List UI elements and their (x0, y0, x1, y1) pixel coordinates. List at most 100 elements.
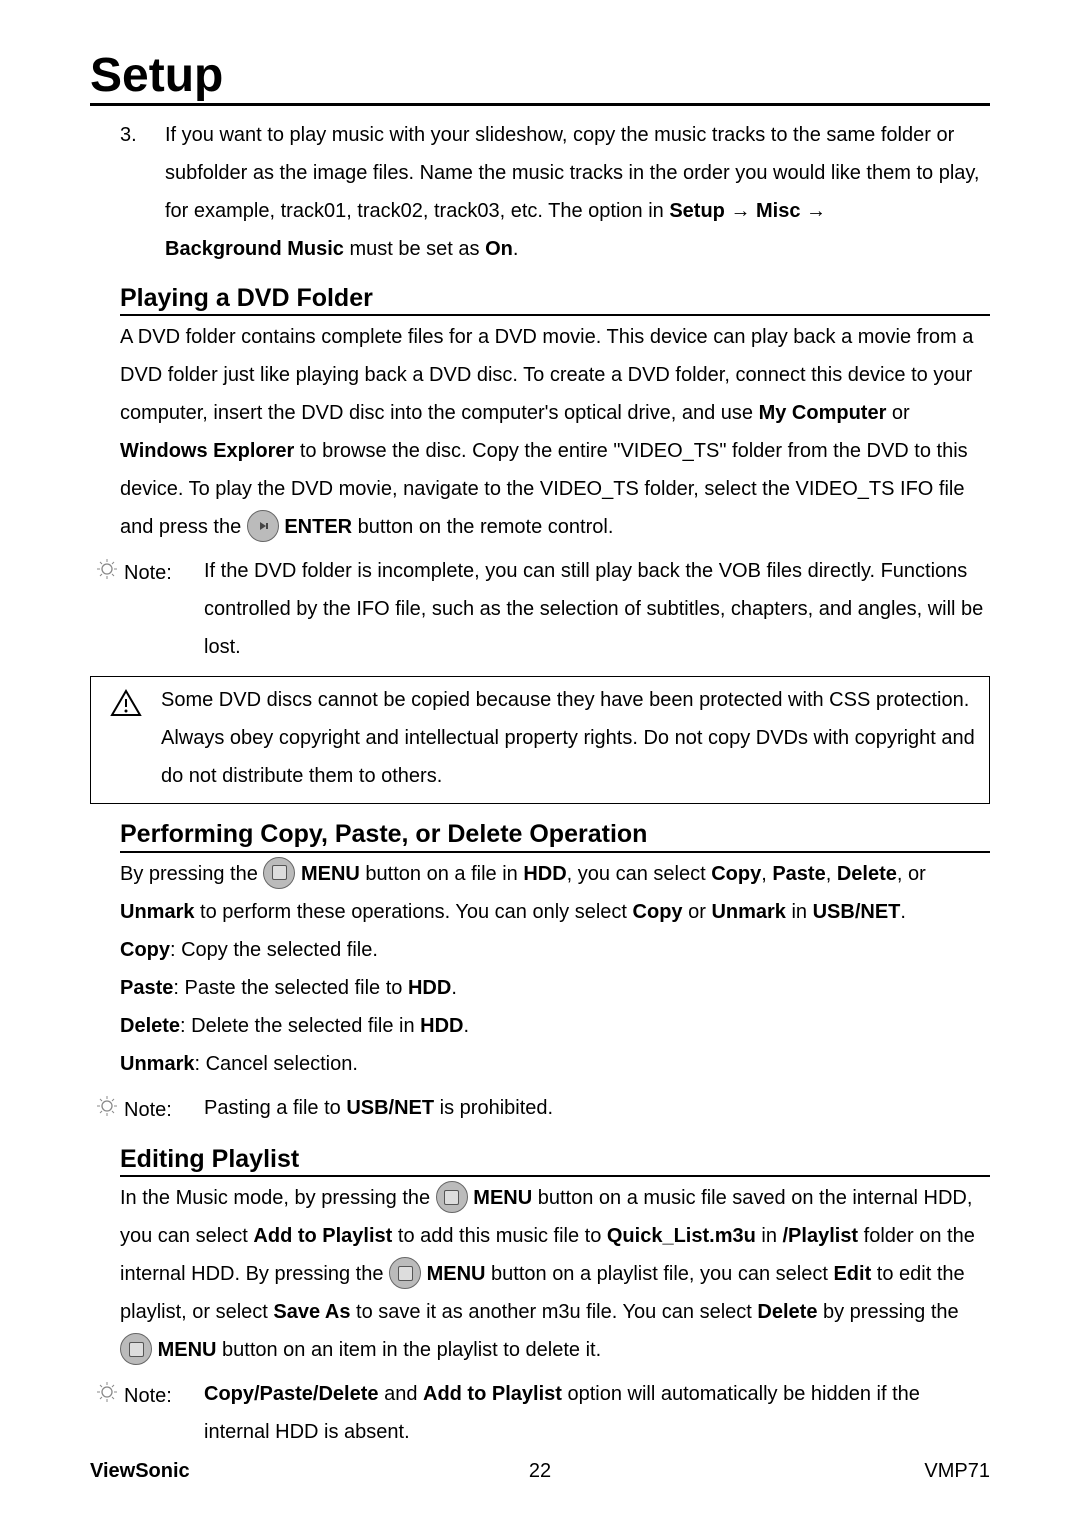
bold-text: Setup (669, 200, 725, 222)
bold-text: Save As (273, 1301, 350, 1323)
note-label: Note: (124, 1089, 204, 1129)
heading-editing-playlist: Editing Playlist (120, 1143, 990, 1178)
warning-box: Some DVD discs cannot be copied because … (90, 676, 990, 804)
bold-text: Paste (120, 977, 173, 999)
page-footer: ViewSonic 22 VMP71 (90, 1452, 990, 1490)
bold-text: Quick_List.m3u (607, 1225, 756, 1247)
warning-text: Some DVD discs cannot be copied because … (151, 681, 979, 795)
note-label: Note: (124, 1375, 204, 1415)
bold-text: Edit (833, 1263, 871, 1285)
text: is prohibited. (434, 1097, 553, 1119)
text: . (451, 977, 457, 999)
step-3: 3. If you want to play music with your s… (120, 116, 990, 268)
text: : Copy the selected file. (170, 939, 378, 961)
text: : Delete the selected file in (180, 1015, 420, 1037)
bold-text: MENU (301, 863, 360, 885)
bold-text: Copy (633, 901, 683, 923)
bold-text: ENTER (284, 516, 352, 538)
bold-text: Copy (120, 939, 170, 961)
content-area: 3. If you want to play music with your s… (90, 116, 990, 1452)
paragraph: In the Music mode, by pressing the MENU … (120, 1179, 990, 1369)
bold-text: HDD (523, 863, 566, 885)
paragraph: By pressing the MENU button on a file in… (120, 855, 990, 931)
bold-text: HDD (408, 977, 451, 999)
text: by pressing the (817, 1301, 958, 1323)
text: and (379, 1383, 423, 1405)
text: to add this music file to (392, 1225, 607, 1247)
step-number: 3. (120, 116, 165, 268)
text: button on an item in the playlist to del… (216, 1339, 601, 1361)
text: to perform these operations. You can onl… (194, 901, 632, 923)
text: . (900, 901, 906, 923)
page-number: 22 (90, 1452, 990, 1490)
note-body: Pasting a file to USB/NET is prohibited. (204, 1089, 990, 1127)
text: : Paste the selected file to (173, 977, 408, 999)
warning-icon (101, 681, 151, 795)
menu-button-icon (263, 857, 295, 889)
list-item: Delete: Delete the selected file in HDD. (120, 1007, 990, 1045)
note-body: Copy/Paste/Delete and Add to Playlist op… (204, 1375, 990, 1451)
step-body: If you want to play music with your slid… (165, 116, 990, 268)
text: button on the remote control. (352, 516, 613, 538)
bold-text: MENU (473, 1187, 532, 1209)
bold-text: Background Music (165, 238, 344, 260)
bold-text: Unmark (120, 1053, 194, 1075)
heading-dvd-folder: Playing a DVD Folder (120, 282, 990, 317)
bold-text: Copy (711, 863, 761, 885)
text: button on a playlist file, you can selec… (485, 1263, 833, 1285)
menu-button-icon (436, 1181, 468, 1213)
text: If you want to play music with your slid… (165, 124, 979, 222)
list-item: Paste: Paste the selected file to HDD. (120, 969, 990, 1007)
text: Background Music must be set as On. (165, 230, 990, 268)
text: : Cancel selection. (194, 1053, 357, 1075)
text: or (886, 402, 909, 424)
text: or (683, 901, 712, 923)
bold-text: MENU (427, 1263, 486, 1285)
note: Note: If the DVD folder is incomplete, y… (90, 552, 990, 666)
arrow-icon: → (725, 200, 756, 222)
note: Note: Pasting a file to USB/NET is prohi… (90, 1089, 990, 1129)
enter-button-icon (247, 510, 279, 542)
text: In the Music mode, by pressing the (120, 1187, 436, 1209)
text: , (826, 863, 837, 885)
note-label: Note: (124, 552, 204, 592)
text: , you can select (567, 863, 712, 885)
bold-text: Add to Playlist (253, 1225, 392, 1247)
lightbulb-icon (90, 552, 124, 582)
heading-copy-paste: Performing Copy, Paste, or Delete Operat… (120, 818, 990, 853)
bold-text: Misc (756, 200, 800, 222)
text: must be set as (344, 238, 485, 260)
bold-text: Add to Playlist (423, 1383, 562, 1405)
bold-text: Delete (837, 863, 897, 885)
bold-text: Unmark (711, 901, 785, 923)
bold-text: Copy/Paste/Delete (204, 1383, 379, 1405)
bold-text: My Computer (759, 402, 887, 424)
bold-text: Delete (120, 1015, 180, 1037)
bold-text: USB/NET (813, 901, 901, 923)
menu-button-icon (389, 1257, 421, 1289)
text: , (761, 863, 772, 885)
bold-text: On (485, 238, 513, 260)
text: in (756, 1225, 783, 1247)
bold-text: /Playlist (783, 1225, 859, 1247)
text: in (786, 901, 813, 923)
text: , or (897, 863, 926, 885)
bold-text: HDD (420, 1015, 463, 1037)
bold-text: USB/NET (346, 1097, 434, 1119)
bold-text: Paste (772, 863, 825, 885)
bold-text: Unmark (120, 901, 194, 923)
bold-text: Windows Explorer (120, 440, 294, 462)
list-item: Copy: Copy the selected file. (120, 931, 990, 969)
page-title: Setup (90, 50, 990, 106)
paragraph: A DVD folder contains complete files for… (120, 318, 990, 546)
list-item: Unmark: Cancel selection. (120, 1045, 990, 1083)
text: Pasting a file to (204, 1097, 346, 1119)
arrow-icon: → (800, 200, 826, 222)
bold-text: MENU (158, 1339, 217, 1361)
note: Note: Copy/Paste/Delete and Add to Playl… (90, 1375, 990, 1451)
text: . (513, 238, 519, 260)
lightbulb-icon (90, 1375, 124, 1405)
text: button on a file in (360, 863, 523, 885)
text: . (464, 1015, 470, 1037)
lightbulb-icon (90, 1089, 124, 1119)
